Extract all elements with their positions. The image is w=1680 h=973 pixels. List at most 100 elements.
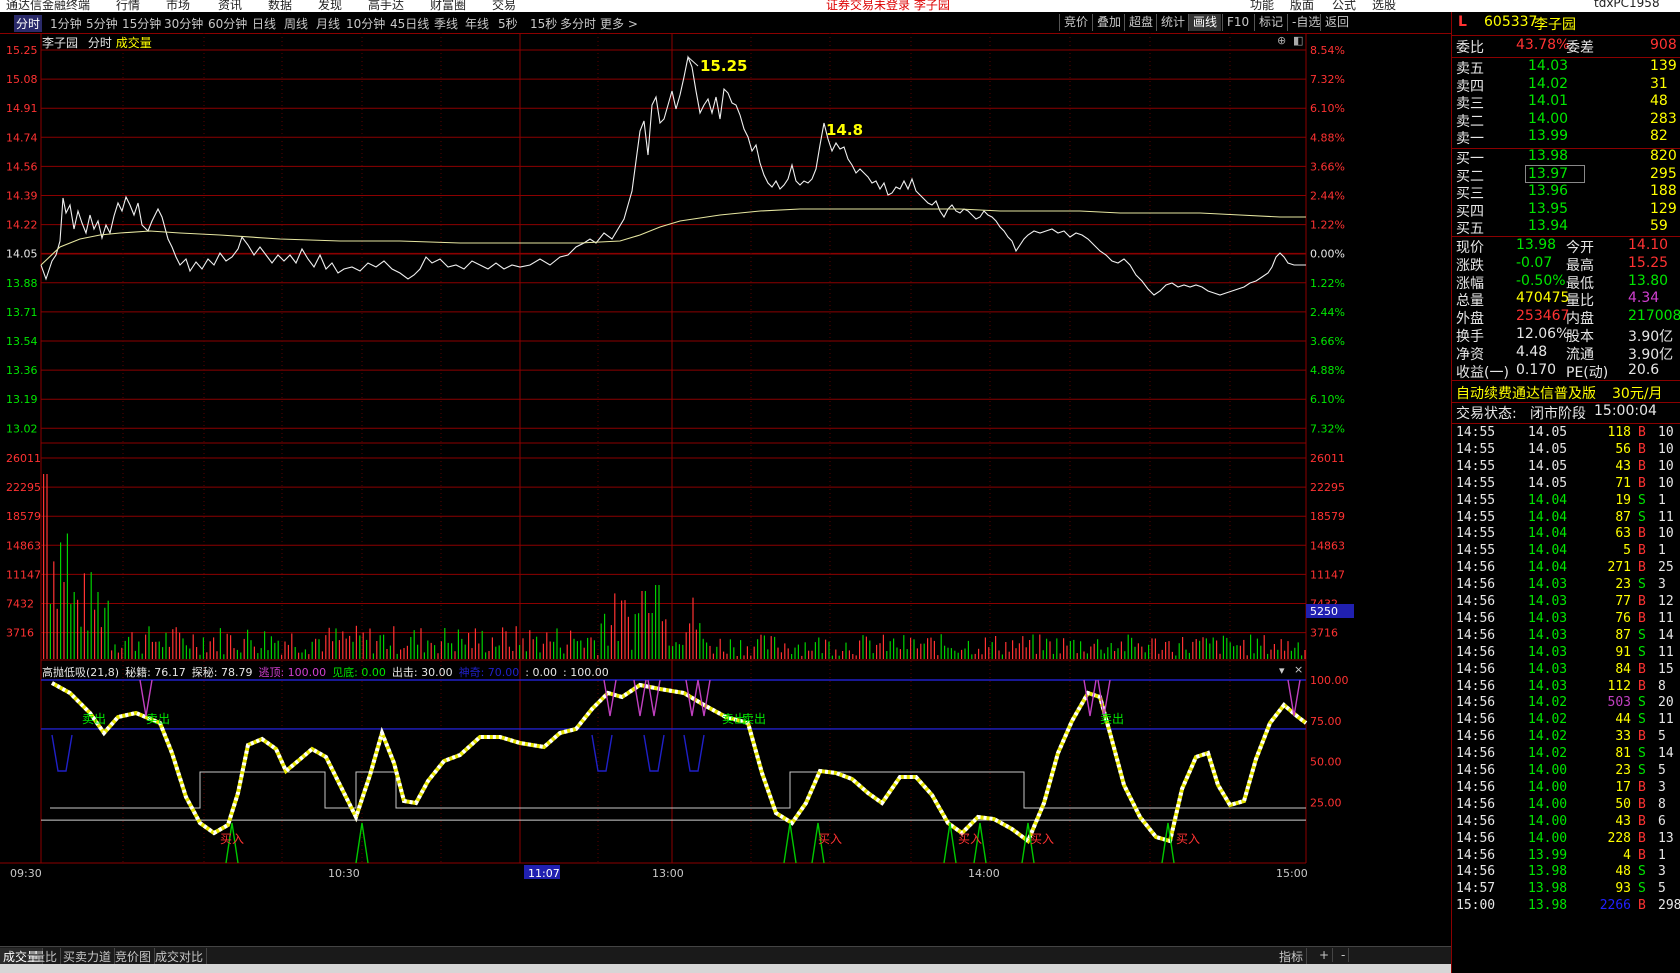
period-tab[interactable]: 日线 [252, 15, 276, 32]
menu-item-market[interactable]: 市场 [166, 0, 190, 12]
period-tab[interactable]: 分时 [14, 15, 43, 32]
volume-bar [332, 641, 334, 659]
bottom-tab[interactable]: 竞价图 [112, 948, 156, 965]
chart-tool-button[interactable]: 返回 [1320, 14, 1353, 31]
volume-bar [196, 647, 198, 659]
period-tab[interactable]: 15分钟 [122, 15, 161, 32]
menu-item-news[interactable]: 资讯 [218, 0, 242, 12]
period-tab[interactable]: 多分时 [560, 15, 596, 32]
chart-tool-button[interactable]: 超盘 [1124, 14, 1157, 31]
volume-bar [1239, 645, 1241, 659]
tick-count: 13 [1658, 830, 1674, 846]
indicator-title[interactable]: 高抛低吸(21,8) [42, 666, 119, 679]
tick-volume: 87 [1615, 627, 1631, 643]
intraday-chart[interactable]: 15.25 15.08 14.91 14.74 14.56 14.39 14.22 14.05… [0, 33, 1451, 946]
period-tab[interactable]: 月线 [316, 15, 340, 32]
bid-row: 买四 13.95 129 [1454, 201, 1680, 220]
chart-tool-button[interactable]: 统计 [1156, 14, 1189, 31]
tick-volume: 2266 [1599, 898, 1631, 914]
volume-bar [740, 640, 742, 659]
volume-bar [634, 614, 636, 659]
tick-time: 14:55 [1456, 458, 1496, 474]
tick-row: 14:56 13.99 4 B 1 [1454, 848, 1680, 866]
menu-item-formula[interactable]: 公式 [1332, 0, 1356, 12]
period-tab[interactable]: 45日线 [390, 15, 429, 32]
period-tab[interactable]: 30分钟 [164, 15, 203, 32]
bid-price: 13.96 [1528, 183, 1569, 200]
percent-tick-label: 8.54% [1310, 44, 1345, 57]
period-tab[interactable]: 更多 > [600, 15, 638, 32]
sell-signal-label: 卖出 [82, 712, 106, 726]
bottom-tab[interactable]: 成交对比 [152, 948, 208, 965]
chart-tool-button[interactable]: 竞价 [1059, 14, 1092, 31]
period-tab[interactable]: 季线 [434, 15, 458, 32]
menu-item-layout[interactable]: 版面 [1290, 0, 1314, 12]
tick-row: 14:56 14.03 91 S 11 [1454, 645, 1680, 663]
menu-item-trade[interactable]: 交易 [492, 0, 516, 12]
volume-bar [559, 647, 561, 659]
volume-bar [1107, 647, 1109, 659]
bid-price: 13.95 [1528, 200, 1569, 217]
chart-tool-button[interactable]: 标记 [1254, 14, 1287, 31]
volume-bar [485, 652, 487, 659]
login-status[interactable]: 证券交易未登录 李子园 [826, 0, 950, 12]
tick-price: 14.02 [1528, 746, 1568, 762]
bottom-tool-button[interactable]: 指标 [1276, 948, 1308, 965]
quote-title-row: L 605337 李子园 [1454, 14, 1680, 33]
volume-bar [236, 649, 238, 659]
period-tab[interactable]: 年线 [465, 15, 489, 32]
volume-bar [1039, 634, 1041, 659]
volume-bar [277, 640, 279, 659]
bottom-tab[interactable]: 买卖力道 [60, 948, 116, 965]
volume-bar [1131, 637, 1133, 659]
volume-bar [508, 646, 510, 659]
volume-bar [403, 648, 405, 659]
menu-item-wealth[interactable]: 财富圈 [430, 0, 466, 12]
volume-bar [417, 644, 419, 659]
tick-count: 3 [1658, 864, 1666, 880]
tick-price: 14.05 [1528, 458, 1568, 474]
volume-bar [1222, 635, 1224, 659]
period-tab[interactable]: 60分钟 [208, 15, 247, 32]
chart-zoom-icon[interactable]: ⊕ [1277, 34, 1286, 47]
volume-bar [1263, 635, 1265, 659]
tick-price: 14.02 [1528, 729, 1568, 745]
tick-count: 8 [1658, 796, 1666, 812]
bottom-tab[interactable]: 量比 [30, 948, 62, 965]
volume-bar [267, 650, 269, 659]
menu-item-function[interactable]: 功能 [1250, 0, 1274, 12]
menu-item-data[interactable]: 数据 [268, 0, 292, 12]
period-tab[interactable]: 1分钟 [50, 15, 82, 32]
volume-bar [284, 641, 286, 659]
volume-bar [927, 638, 929, 659]
price-tick-label: 14.05 [6, 248, 38, 261]
indicator-close-icon[interactable]: × [1294, 663, 1303, 676]
bottom-tool-button[interactable]: + [1316, 948, 1334, 962]
indicator-value: : 100.00 [563, 666, 609, 679]
chart-tool-button[interactable]: -自选 [1287, 14, 1324, 31]
indicator-menu-icon[interactable]: ▾ [1279, 664, 1285, 677]
volume-bar [189, 648, 191, 659]
period-tab[interactable]: 5秒 [498, 15, 518, 32]
menu-item-select[interactable]: 选股 [1372, 0, 1396, 12]
menu-item-quotes[interactable]: 行情 [116, 0, 140, 12]
menu-item-discover[interactable]: 发现 [318, 0, 342, 12]
menu-item-experts[interactable]: 高手达 [368, 0, 404, 12]
tick-side: B [1638, 526, 1646, 542]
chart-tool-button[interactable]: 画线 [1188, 14, 1222, 31]
bid-price: 13.97 [1524, 164, 1586, 183]
volume-bar [264, 631, 266, 659]
period-tab[interactable]: 10分钟 [346, 15, 385, 32]
tick-count: 12 [1658, 594, 1674, 609]
period-tab[interactable]: 5分钟 [86, 15, 118, 32]
chart-window-icon[interactable]: ◧ [1293, 34, 1303, 47]
volume-bar [923, 643, 925, 659]
volume-bar [729, 639, 731, 659]
chart-tool-button[interactable]: F10 [1222, 14, 1253, 31]
stat-value: 470475 [1516, 290, 1570, 307]
period-tab[interactable]: 周线 [284, 15, 308, 32]
chart-tool-button[interactable]: 叠加 [1092, 14, 1125, 31]
period-tab[interactable]: 15秒 [530, 15, 557, 32]
bottom-tool-button[interactable]: - [1338, 948, 1350, 962]
volume-tick-label: 3716 [6, 627, 34, 640]
